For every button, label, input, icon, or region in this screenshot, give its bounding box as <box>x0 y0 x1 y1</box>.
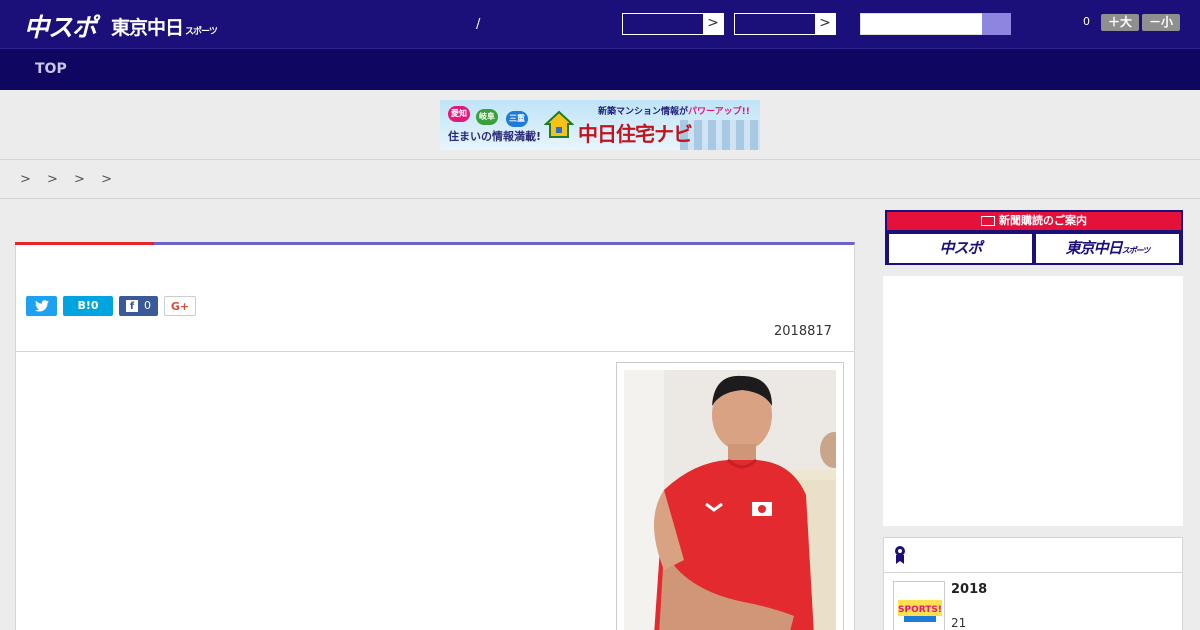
article-divider <box>16 351 854 352</box>
comment-count: 0 <box>1083 15 1090 28</box>
chuspo-logo[interactable]: 中スポ <box>24 8 97 44</box>
article-photo[interactable] <box>624 370 836 630</box>
facebook-share-button[interactable]: f0 <box>119 296 158 316</box>
font-larger-button[interactable]: ＋大 <box>1101 14 1139 31</box>
ribbon-icon <box>895 546 905 564</box>
category-select-2[interactable]: > <box>734 13 836 35</box>
ranking-item-subtitle: 21 <box>951 616 967 630</box>
tokyo-chunichi-logo-text: 東京中日 <box>111 17 184 39</box>
athlete-photo-illustration <box>624 370 836 630</box>
sidebar-ad-slot[interactable] <box>883 276 1183 526</box>
header-slash: / <box>476 17 481 32</box>
breadcrumb: > > > > <box>0 161 1200 199</box>
article-date: 2018817 <box>774 324 832 339</box>
site-header: 中スポ 東京中日 スポーツ / > > 0 ＋大 －小 <box>0 0 1200 48</box>
twitter-icon <box>34 300 49 312</box>
subscription-box: 新聞購読のご案内 中スポ 東京中日スポーツ <box>885 210 1183 265</box>
banner-brand: 中日住宅ナビ <box>578 122 693 146</box>
global-nav: TOP <box>0 48 1200 90</box>
ranking-item-title[interactable]: 2018 <box>951 582 987 597</box>
article-photo-frame <box>616 362 844 630</box>
tokyo-chunichi-logo[interactable]: 東京中日 スポーツ <box>111 13 218 40</box>
subscribe-tokyo-chunichi-text: 東京中日 <box>1065 239 1123 257</box>
banner-area: 愛知 岐阜 三重 住まいの情報満載! 新築マンション情報がパワーアップ!! 中日… <box>0 90 1200 160</box>
banner-headline: 新築マンション情報がパワーアップ!! <box>598 104 750 117</box>
city-illustration <box>680 120 760 150</box>
tokyo-chunichi-logo-small: スポーツ <box>185 27 218 37</box>
ranking-thumbnail[interactable]: SPORTS! <box>893 581 945 630</box>
breadcrumb-separators[interactable]: > > > > <box>20 172 118 187</box>
subscription-header[interactable]: 新聞購読のご案内 <box>887 212 1181 230</box>
chevron-right-icon: > <box>703 14 723 34</box>
banner-headline-a: 新築マンション情報が <box>598 107 689 117</box>
article-accent-bar <box>15 242 154 245</box>
subscribe-tokyo-chunichi-button[interactable]: 東京中日スポーツ <box>1036 234 1179 263</box>
banner-tagline: 住まいの情報満載! <box>448 130 542 143</box>
twitter-share-button[interactable] <box>26 296 57 316</box>
badge-gifu: 岐阜 <box>476 109 498 125</box>
sports-logo-thumbnail: SPORTS! <box>894 582 944 630</box>
hatena-bookmark-button[interactable]: B!0 <box>63 296 113 316</box>
house-icon <box>544 110 574 138</box>
category-select-1[interactable]: > <box>622 13 724 35</box>
search-button[interactable] <box>982 13 1011 35</box>
ranking-header <box>884 538 1182 573</box>
facebook-share-count: 0 <box>144 299 151 312</box>
facebook-icon: f <box>126 300 138 312</box>
search-input[interactable] <box>860 13 983 35</box>
svg-text:SPORTS!: SPORTS! <box>898 605 942 615</box>
badge-mie: 三重 <box>506 111 528 127</box>
badge-aichi: 愛知 <box>448 106 470 122</box>
chevron-right-icon: > <box>815 14 835 34</box>
subscribe-chuspo-button[interactable]: 中スポ <box>889 234 1032 263</box>
google-plus-share-button[interactable]: G+ <box>164 296 196 316</box>
subscription-header-text: 新聞購読のご案内 <box>999 214 1087 227</box>
ranking-box: SPORTS! 2018 21 <box>883 537 1183 630</box>
subscribe-tokyo-chunichi-small: スポーツ <box>1121 246 1151 255</box>
font-smaller-button[interactable]: －小 <box>1142 14 1180 31</box>
nav-item-top[interactable]: TOP <box>35 61 67 77</box>
newspaper-icon <box>981 216 995 226</box>
banner-headline-b: パワーアップ!! <box>688 107 750 117</box>
housing-navi-banner[interactable]: 愛知 岐阜 三重 住まいの情報満載! 新築マンション情報がパワーアップ!! 中日… <box>440 100 760 150</box>
